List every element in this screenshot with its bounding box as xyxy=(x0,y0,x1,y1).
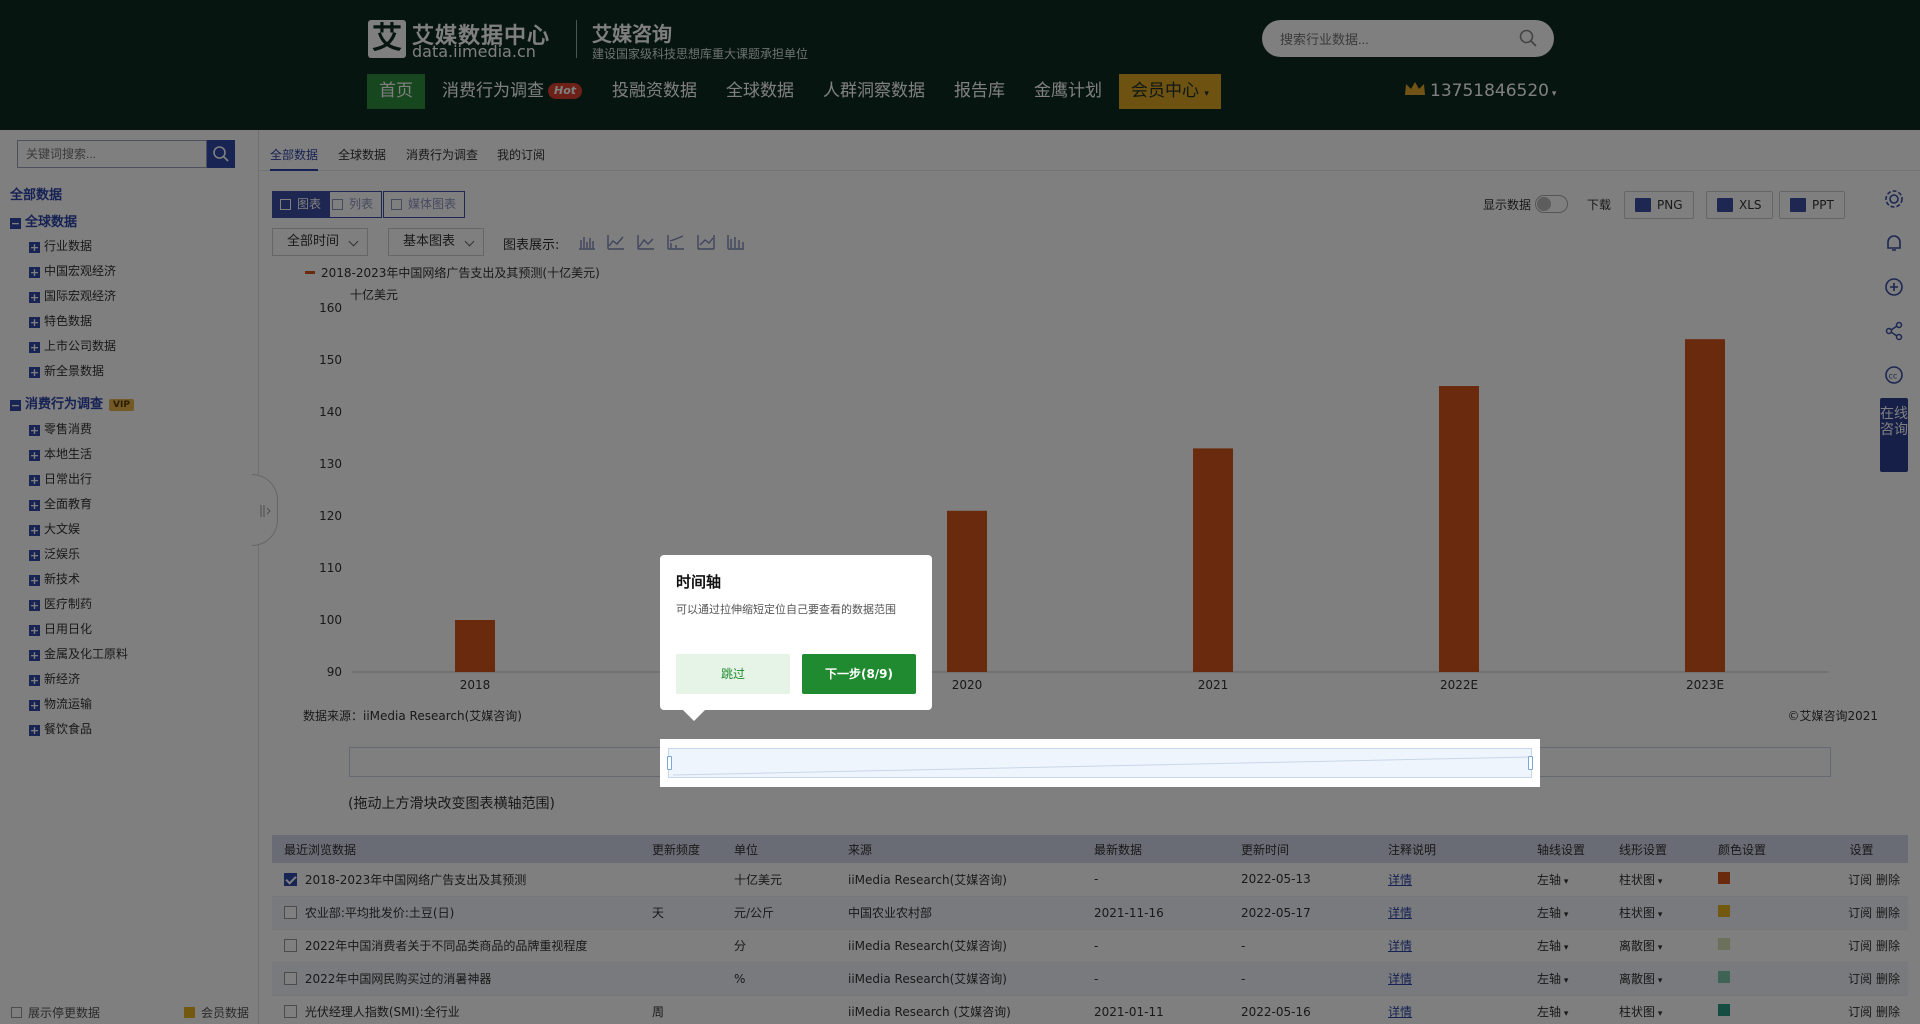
tour-tooltip: 时间轴 可以通过拉伸缩短定位自己要查看的数据范围 跳过 下一步(8/9) xyxy=(660,555,932,721)
tour-skip-button[interactable]: 跳过 xyxy=(676,654,790,694)
tour-next-button[interactable]: 下一步(8/9) xyxy=(802,654,916,694)
tour-title: 时间轴 xyxy=(676,573,722,591)
timeline-left-handle[interactable] xyxy=(667,756,672,770)
tour-description: 可以通过拉伸缩短定位自己要查看的数据范围 xyxy=(676,603,896,616)
timeline-preview-line xyxy=(672,756,1530,776)
timeline-slider[interactable] xyxy=(667,748,1533,778)
timeline-spotlight xyxy=(660,739,1540,787)
timeline-right-handle[interactable] xyxy=(1528,756,1533,770)
tour-overlay[interactable] xyxy=(0,0,1920,1024)
